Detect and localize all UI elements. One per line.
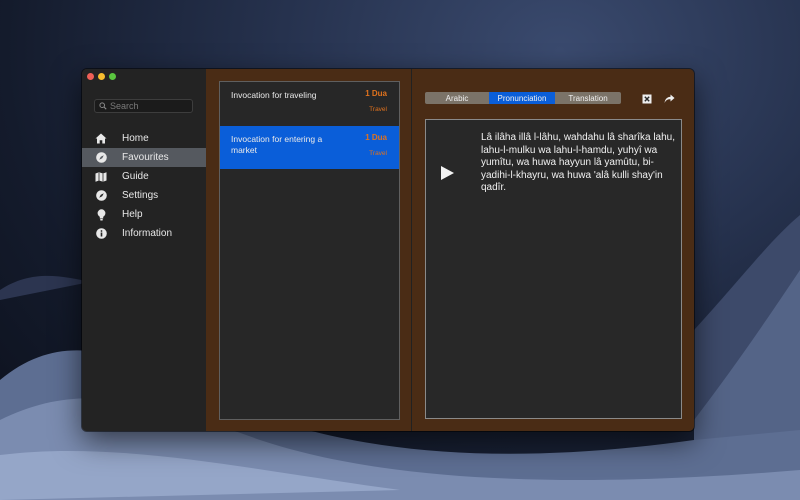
sidebar-item-settings[interactable]: Settings <box>82 186 206 205</box>
sidebar-item-label: Information <box>122 228 173 239</box>
list-item-title: Invocation for traveling <box>231 90 317 100</box>
list-item-title: Invocation for entering a market <box>231 134 323 155</box>
sidebar-item-favourites[interactable]: Favourites <box>82 148 206 167</box>
list-item[interactable]: Invocation for entering a market 1 Dua T… <box>220 126 399 169</box>
search-field[interactable] <box>94 99 193 113</box>
tab-pronunciation[interactable]: Pronunciation <box>489 92 555 104</box>
list-item-category: Travel <box>369 150 387 157</box>
info-icon <box>94 227 108 241</box>
close-box-icon <box>642 94 652 104</box>
share-button[interactable] <box>663 93 675 105</box>
sidebar-item-information[interactable]: Information <box>82 224 206 243</box>
list-item-count: 1 Dua <box>365 89 387 98</box>
close-window-button[interactable] <box>87 73 94 80</box>
lightbulb-icon <box>94 208 108 222</box>
sidebar-item-home[interactable]: Home <box>82 129 206 148</box>
compass-icon <box>94 189 108 203</box>
tab-translation[interactable]: Translation <box>555 92 621 104</box>
search-icon <box>99 102 107 110</box>
sidebar-item-label: Guide <box>122 171 149 182</box>
sidebar: Home Favourites Guide Settings <box>82 69 207 431</box>
sidebar-item-label: Home <box>122 133 149 144</box>
close-detail-button[interactable] <box>641 93 653 105</box>
zoom-window-button[interactable] <box>109 73 116 80</box>
dua-list-area: Invocation for traveling 1 Dua Travel In… <box>206 69 411 431</box>
view-mode-segmented-control: Arabic Pronunciation Translation <box>425 92 621 104</box>
dua-list: Invocation for traveling 1 Dua Travel In… <box>219 81 400 420</box>
list-item-category: Travel <box>369 106 387 113</box>
sidebar-item-guide[interactable]: Guide <box>82 167 206 186</box>
dua-text: Lâ ilâha illâ l-lâhu, wahdahu lâ sharîka… <box>481 132 676 193</box>
sidebar-item-label: Help <box>122 209 143 220</box>
compass-icon <box>94 151 108 165</box>
dua-content: Lâ ilâha illâ l-lâhu, wahdahu lâ sharîka… <box>425 119 682 419</box>
share-arrow-icon <box>664 94 674 103</box>
map-icon <box>94 170 108 184</box>
list-item[interactable]: Invocation for traveling 1 Dua Travel <box>220 82 399 125</box>
minimize-window-button[interactable] <box>98 73 105 80</box>
house-icon <box>94 132 108 146</box>
list-item-count: 1 Dua <box>365 133 387 142</box>
search-input[interactable] <box>107 100 190 112</box>
app-window: Home Favourites Guide Settings <box>82 69 694 431</box>
sidebar-item-help[interactable]: Help <box>82 205 206 224</box>
sidebar-item-label: Favourites <box>122 152 169 163</box>
detail-pane: Arabic Pronunciation Translation Lâ ilâh… <box>412 69 694 431</box>
sidebar-item-label: Settings <box>122 190 159 201</box>
sidebar-nav: Home Favourites Guide Settings Help Info… <box>82 129 206 243</box>
play-icon[interactable] <box>439 165 455 181</box>
window-controls <box>87 73 116 80</box>
tab-arabic[interactable]: Arabic <box>425 92 489 104</box>
